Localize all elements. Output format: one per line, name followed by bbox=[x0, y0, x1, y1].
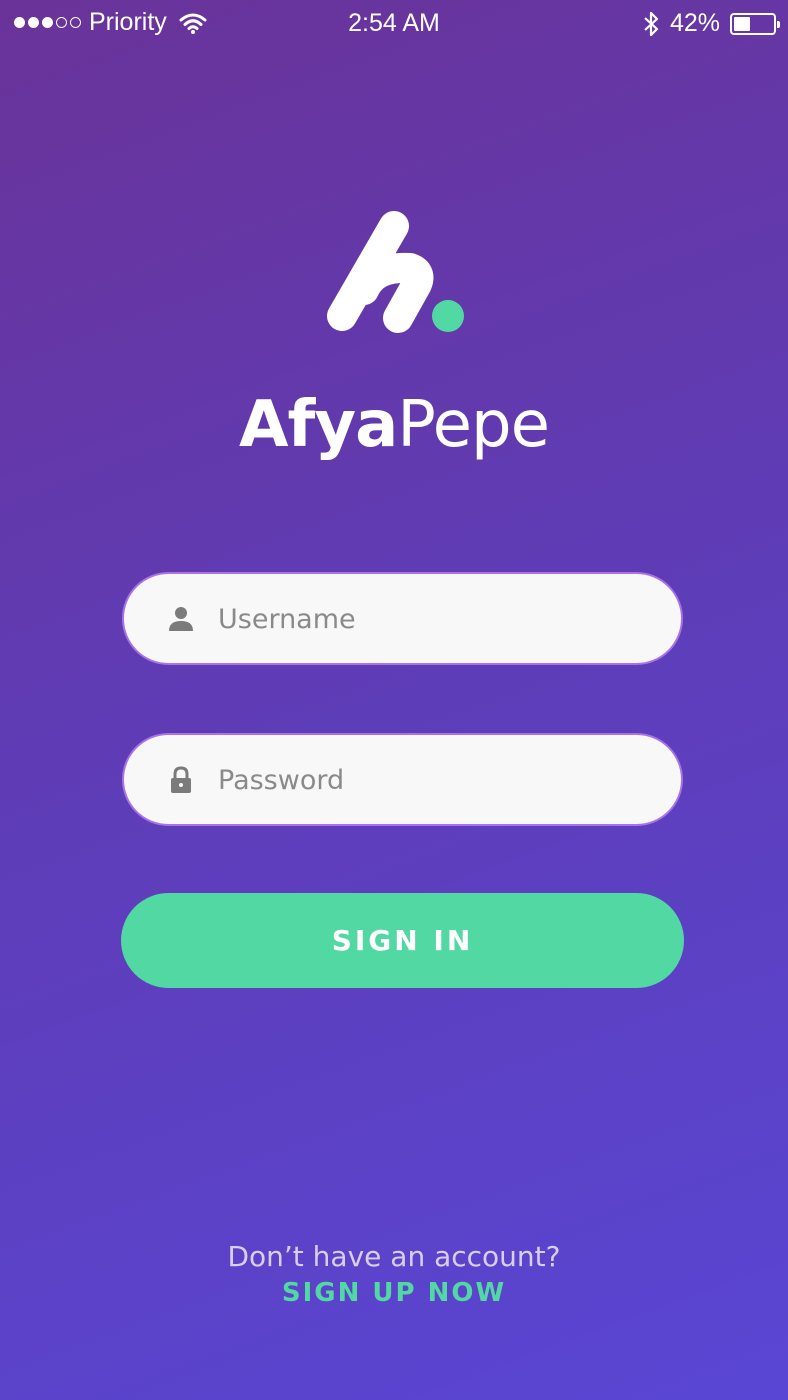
sign-up-link[interactable]: SIGN UP NOW bbox=[0, 1278, 788, 1308]
username-input[interactable] bbox=[216, 574, 660, 665]
status-bar: Priority 2:54 AM 42% bbox=[0, 0, 788, 48]
user-icon bbox=[169, 607, 193, 631]
bluetooth-icon bbox=[644, 11, 659, 36]
app-name-regular: Pepe bbox=[397, 388, 550, 462]
battery-level bbox=[734, 16, 750, 31]
logo-dot bbox=[432, 300, 464, 332]
app-logo-icon bbox=[327, 211, 464, 333]
no-account-prompt: Don’t have an account? bbox=[227, 1240, 561, 1273]
lock-icon bbox=[171, 766, 191, 793]
app-name: AfyaPepe bbox=[0, 388, 788, 462]
app-name-bold: Afya bbox=[239, 388, 398, 462]
password-input[interactable] bbox=[216, 735, 660, 826]
username-field[interactable] bbox=[122, 572, 683, 665]
battery-tip bbox=[777, 20, 780, 28]
sign-in-button[interactable]: SIGN IN bbox=[121, 893, 684, 988]
password-field[interactable] bbox=[122, 733, 683, 826]
status-bar-right: 42% bbox=[642, 9, 780, 38]
battery-icon bbox=[730, 12, 780, 35]
battery-percent: 42% bbox=[669, 9, 720, 37]
